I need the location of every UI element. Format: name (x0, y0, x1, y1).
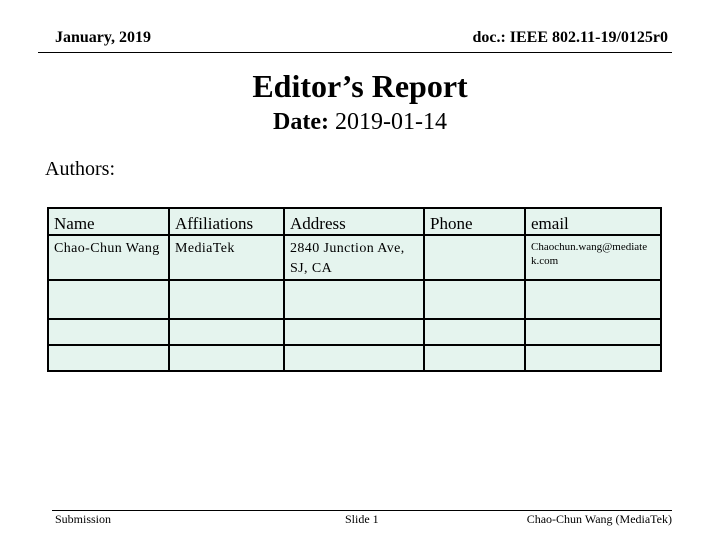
cell-address (283, 318, 425, 346)
slide-title: Editor’s Report (252, 68, 468, 104)
cell-affiliation (168, 279, 285, 320)
cell-phone (423, 344, 526, 372)
cell-affiliation: MediaTek (168, 234, 285, 281)
table-row: Chao-Chun Wang MediaTek 2840 Junction Av… (47, 234, 662, 281)
header-divider (38, 52, 672, 53)
column-header-email: email (524, 207, 662, 236)
date-label: Date: (273, 109, 329, 135)
header-date: January, 2019 (55, 29, 152, 46)
cell-name (47, 318, 170, 346)
cell-address: 2840 Junction Ave, SJ, CA (283, 234, 425, 281)
cell-email: Chaochun.wang@mediatek.com (524, 234, 662, 281)
column-header-phone: Phone (423, 207, 526, 236)
cell-phone (423, 279, 526, 320)
slide-date: Date: 2019-01-14 (0, 109, 720, 136)
table-row (47, 344, 662, 372)
cell-address (283, 344, 425, 372)
footer-slide-number: Slide 1 (345, 512, 379, 526)
authors-table: Name Affiliations Address Phone email Ch… (47, 207, 662, 372)
cell-email (524, 279, 662, 320)
footer-submission: Submission (55, 512, 112, 526)
footer-divider (52, 510, 672, 511)
column-header-name: Name (47, 207, 170, 236)
cell-email (524, 344, 662, 372)
column-header-address: Address (283, 207, 425, 236)
cell-affiliation (168, 318, 285, 346)
cell-affiliation (168, 344, 285, 372)
authors-label: Authors: (45, 158, 115, 180)
header-doc-id: doc.: IEEE 802.11-19/0125r0 (472, 29, 668, 46)
column-header-affiliations: Affiliations (168, 207, 285, 236)
cell-name (47, 344, 170, 372)
cell-address (283, 279, 425, 320)
cell-phone (423, 234, 526, 281)
cell-email (524, 318, 662, 346)
table-header-row: Name Affiliations Address Phone email (47, 207, 662, 236)
cell-name (47, 279, 170, 320)
date-value: 2019-01-14 (328, 109, 447, 135)
footer-author: Chao-Chun Wang (MediaTek) (526, 512, 672, 526)
table-row (47, 279, 662, 320)
cell-name: Chao-Chun Wang (47, 234, 170, 281)
table-row (47, 318, 662, 346)
cell-phone (423, 318, 526, 346)
